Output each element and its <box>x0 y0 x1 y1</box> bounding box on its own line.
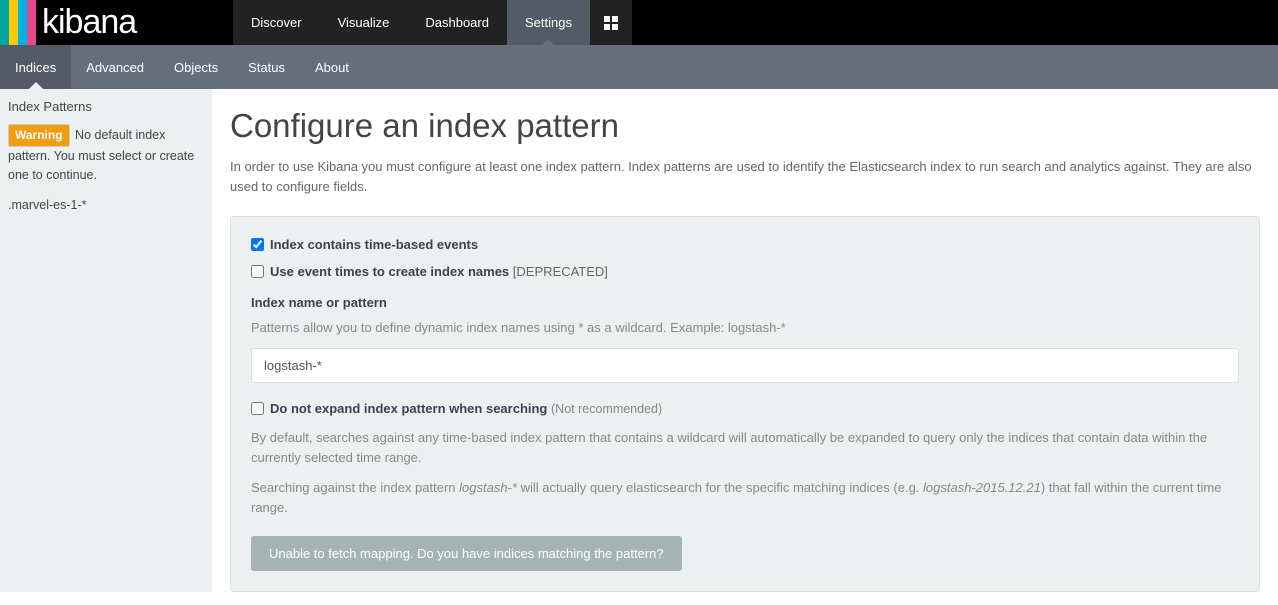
expand-help-text: By default, searches against any time-ba… <box>251 428 1239 519</box>
checkbox-row-time-events: Index contains time-based events <box>251 237 1239 252</box>
sidebar-warning: Warning No default index pattern. You mu… <box>8 124 204 184</box>
settings-subnav: Indices Advanced Objects Status About <box>0 45 1278 89</box>
dashboard-grid-icon[interactable] <box>590 0 632 45</box>
index-name-label: Index name or pattern <box>251 295 1239 310</box>
warning-badge: Warning <box>8 124 70 147</box>
subnav-about[interactable]: About <box>300 45 364 89</box>
checkbox-time-events[interactable] <box>251 238 264 251</box>
top-navbar: kibana Discover Visualize Dashboard Sett… <box>0 0 1278 45</box>
config-panel: Index contains time-based events Use eve… <box>230 216 1260 592</box>
nav-settings[interactable]: Settings <box>507 0 590 45</box>
logo-stripe <box>27 0 36 45</box>
subnav-objects[interactable]: Objects <box>159 45 233 89</box>
kibana-logo[interactable]: kibana <box>0 0 233 45</box>
index-name-help: Patterns allow you to define dynamic ind… <box>251 318 1239 338</box>
checkbox-row-event-times: Use event times to create index names [D… <box>251 264 1239 279</box>
page-title: Configure an index pattern <box>230 107 1260 145</box>
logo-stripe <box>0 0 9 45</box>
nav-discover[interactable]: Discover <box>233 0 320 45</box>
nav-visualize[interactable]: Visualize <box>320 0 408 45</box>
logo-stripe <box>9 0 18 45</box>
logo-stripes <box>0 0 36 45</box>
top-nav-items: Discover Visualize Dashboard Settings <box>233 0 632 45</box>
checkbox-time-events-label[interactable]: Index contains time-based events <box>270 237 478 252</box>
logo-text: kibana <box>42 3 136 42</box>
sidebar: Index Patterns Warning No default index … <box>0 89 212 592</box>
checkbox-event-times[interactable] <box>251 265 264 278</box>
nav-dashboard[interactable]: Dashboard <box>407 0 507 45</box>
grid-icon <box>604 16 618 30</box>
subnav-status[interactable]: Status <box>233 45 300 89</box>
checkbox-event-times-label[interactable]: Use event times to create index names [D… <box>270 264 608 279</box>
checkbox-row-no-expand: Do not expand index pattern when searchi… <box>251 401 1239 416</box>
subnav-advanced[interactable]: Advanced <box>71 45 159 89</box>
page-intro: In order to use Kibana you must configur… <box>230 157 1260 196</box>
create-button: Unable to fetch mapping. Do you have ind… <box>251 536 682 571</box>
subnav-indices[interactable]: Indices <box>0 45 71 89</box>
sidebar-pattern-item[interactable]: .marvel-es-1-* <box>8 192 204 212</box>
expand-help-p2: Searching against the index pattern logs… <box>251 478 1239 518</box>
checkbox-no-expand-label[interactable]: Do not expand index pattern when searchi… <box>270 401 662 416</box>
expand-help-p1: By default, searches against any time-ba… <box>251 428 1239 468</box>
logo-stripe <box>18 0 27 45</box>
main-content: Configure an index pattern In order to u… <box>212 89 1278 592</box>
sidebar-title: Index Patterns <box>8 99 204 114</box>
index-name-input[interactable] <box>251 348 1239 383</box>
checkbox-no-expand[interactable] <box>251 402 264 415</box>
